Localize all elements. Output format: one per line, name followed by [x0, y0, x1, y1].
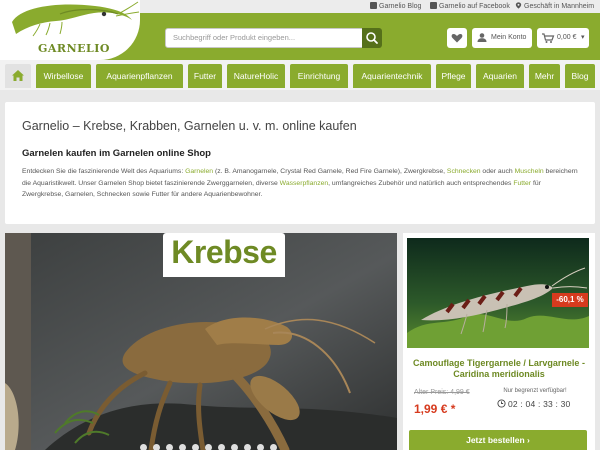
tab-einrichtung[interactable]: Einrichtung — [290, 64, 348, 88]
chevron-down-icon: ▾ — [581, 34, 585, 41]
logo-text: GARNELIO — [38, 42, 110, 55]
wishlist-button[interactable] — [447, 28, 467, 48]
home-icon — [12, 70, 24, 81]
intro-panel: Garnelio – Krebse, Krabben, Garnelen u. … — [5, 102, 595, 224]
tab-aquarienpflanzen[interactable]: Aquarienpflanzen — [96, 64, 183, 88]
tab-futter[interactable]: Futter — [188, 64, 222, 88]
slider-dot[interactable] — [179, 444, 186, 450]
buy-now-button[interactable]: Jetzt bestellen › — [409, 430, 587, 450]
slider-dot[interactable] — [257, 444, 264, 450]
store-link[interactable]: Geschäft in Mannheim — [515, 1, 594, 12]
slider-dot[interactable] — [166, 444, 173, 450]
link-schnecken[interactable]: Schnecken — [447, 168, 481, 175]
main-nav: Wirbellose Aquarienpflanzen Futter Natur… — [0, 60, 600, 90]
tab-mehr[interactable]: Mehr — [529, 64, 560, 88]
facebook-link[interactable]: Garnelio auf Facebook — [430, 1, 510, 12]
countdown-timer: 02 : 04 : 33 : 30 — [497, 399, 570, 409]
hero-label: Krebse — [163, 233, 285, 277]
blog-link-label: Garnelio Blog — [379, 3, 422, 10]
tab-wirbellose[interactable]: Wirbellose — [36, 64, 91, 88]
store-link-label: Geschäft in Mannheim — [524, 3, 595, 10]
tab-aquarien[interactable]: Aquarien — [476, 64, 524, 88]
account-button[interactable]: Mein Konto — [472, 28, 532, 48]
slider-dot[interactable] — [244, 444, 251, 450]
search-icon — [366, 32, 378, 44]
tab-home[interactable] — [5, 64, 31, 88]
link-garnelen[interactable]: Garnelen — [185, 168, 213, 175]
slider-dot[interactable] — [231, 444, 238, 450]
logo[interactable]: GARNELIO — [0, 0, 140, 60]
slider-dot[interactable] — [140, 444, 147, 450]
product-card — [403, 233, 595, 450]
slider-dot[interactable] — [205, 444, 212, 450]
old-price: Alter Preis: 4,99 € — [414, 389, 470, 396]
slider-dot[interactable] — [270, 444, 277, 450]
tab-aquarientechnik[interactable]: Aquarientechnik — [353, 64, 431, 88]
tab-natureholic[interactable]: NatureHolic — [227, 64, 285, 88]
facebook-icon — [430, 2, 437, 9]
rss-icon — [370, 2, 377, 9]
cart-total: 0,00 € — [557, 34, 577, 41]
availability-note: Nur begrenzt verfügbar! — [503, 388, 567, 394]
account-label: Mein Konto — [491, 34, 527, 41]
cart-button[interactable]: 0,00 € ▾ — [537, 28, 589, 48]
shrimp-logo-icon — [12, 1, 140, 37]
discount-badge: -60,1 % — [552, 293, 588, 307]
search-input[interactable]: Suchbegriff oder Produkt eingeben... — [165, 28, 363, 48]
slider-dot[interactable] — [192, 444, 199, 450]
facebook-link-label: Garnelio auf Facebook — [439, 3, 510, 10]
location-pin-icon — [515, 2, 522, 9]
hero-label-text: Krebse — [171, 234, 277, 270]
chevron-right-icon: › — [527, 435, 530, 445]
link-muscheln[interactable]: Muscheln — [515, 168, 544, 175]
product-title[interactable]: Camouflage Tigergarnele / Larvgarnele - … — [404, 358, 594, 379]
intro-text: Entdecken Sie die faszinierende Welt des… — [22, 168, 578, 198]
countdown-value: 02 : 04 : 33 : 30 — [508, 399, 571, 409]
search-button[interactable] — [362, 28, 382, 48]
intro-subtitle: Garnelen kaufen im Garnelen online Shop — [22, 148, 211, 159]
current-price: 1,99 € * — [414, 402, 456, 416]
slider-dot[interactable] — [153, 444, 160, 450]
blog-link[interactable]: Garnelio Blog — [370, 1, 421, 12]
page-title: Garnelio – Krebse, Krabben, Garnelen u. … — [22, 119, 357, 133]
link-futter[interactable]: Futter — [513, 180, 531, 187]
slider-dot[interactable] — [218, 444, 225, 450]
tab-blog[interactable]: Blog — [565, 64, 595, 88]
tab-pflege[interactable]: Pflege — [436, 64, 471, 88]
cart-icon — [542, 33, 555, 43]
heart-icon — [451, 34, 463, 43]
clock-icon — [497, 399, 506, 408]
buy-now-label: Jetzt bestellen — [466, 435, 525, 445]
link-wasserpflanzen[interactable]: Wasserpflanzen — [280, 180, 328, 187]
user-icon — [477, 33, 487, 42]
